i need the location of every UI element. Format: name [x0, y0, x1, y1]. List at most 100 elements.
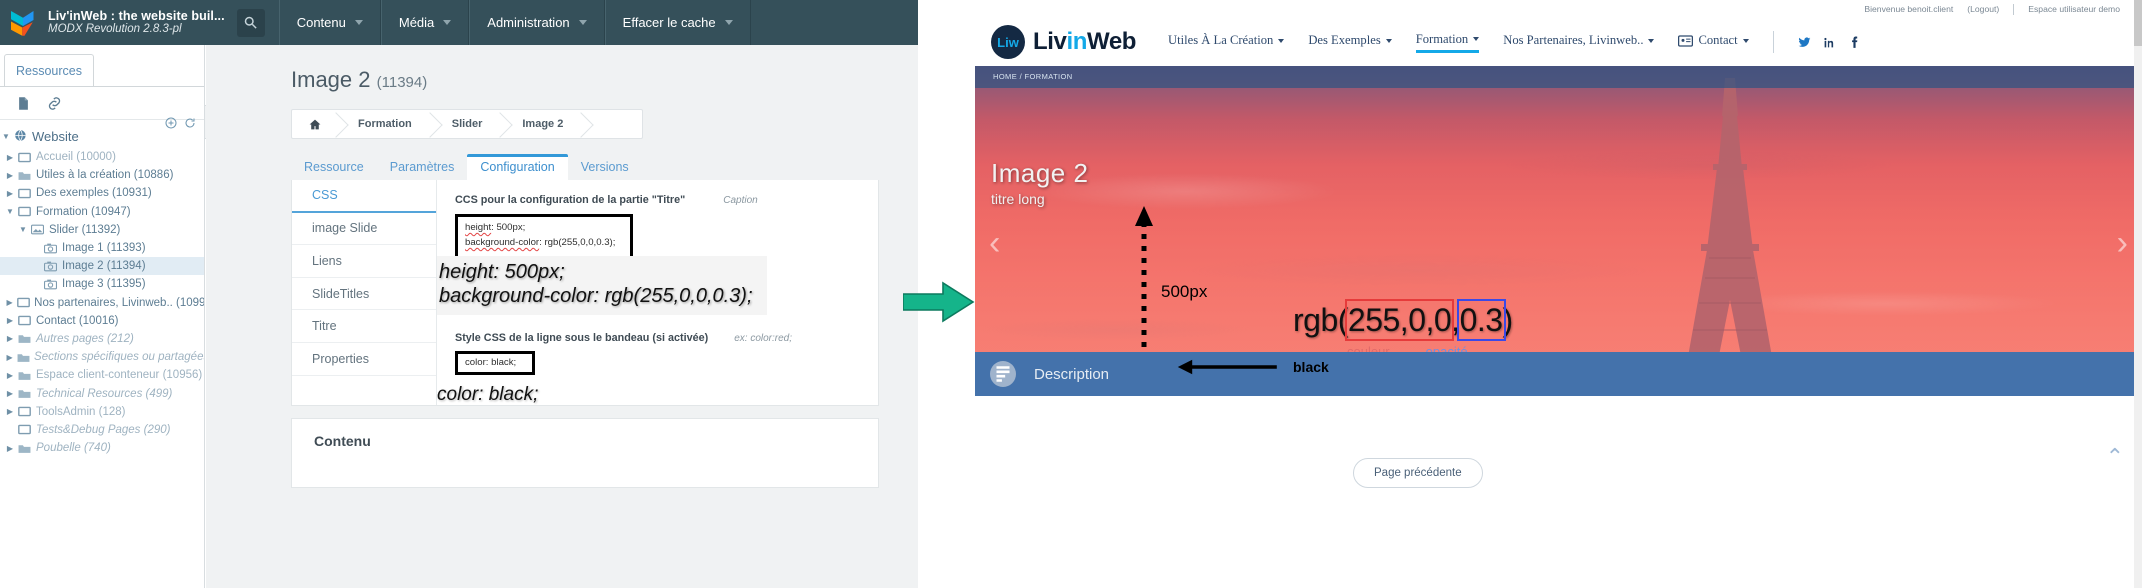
refresh-icon[interactable] [184, 117, 196, 129]
menu-item-contenu[interactable]: Contenu [278, 0, 381, 45]
chevron-down-icon[interactable]: ▼ [17, 225, 29, 234]
tree-item[interactable]: ▶ Nos partenaires, Livinweb.. (10990) [0, 294, 204, 312]
tree-item[interactable]: ▶ Poubelle (740) [0, 439, 204, 457]
link-icon[interactable] [47, 96, 62, 111]
linkedin-icon[interactable] [1823, 36, 1836, 49]
subtab-css[interactable]: CSS [292, 180, 436, 213]
slide-title-block: Image 2 titre long [991, 158, 1088, 207]
tree-item[interactable]: Image 2 (11394) [0, 257, 204, 276]
folder-icon [16, 333, 33, 344]
tree-item[interactable]: ▶ Autres pages (212) [0, 330, 204, 348]
tree-item[interactable]: Tests&Debug Pages (290) [0, 421, 204, 439]
subtab-titre[interactable]: Titre [292, 310, 436, 343]
modx-logo [0, 0, 46, 45]
menu-item-label: Administration [487, 15, 570, 30]
subtab-image-slide[interactable]: image Slide [292, 213, 436, 246]
chevron-right-icon[interactable]: ▶ [4, 353, 15, 362]
css-line-input[interactable]: color: black; [455, 351, 535, 375]
breadcrumb-item-image2[interactable]: Image 2 [502, 110, 583, 138]
site-scrollbar[interactable] [2134, 0, 2142, 588]
tree-item-label: Image 3 (11395) [62, 278, 146, 291]
camera-icon [42, 261, 59, 272]
manager-brand: Liv'inWeb : the website buil... MODX Rev… [46, 9, 225, 36]
chevron-right-icon[interactable]: ▶ [4, 444, 16, 453]
nav-utiles-a-la-creation[interactable]: Utiles À La Création [1168, 33, 1285, 51]
tree-item[interactable]: ▶ Utiles à la création (10886) [0, 166, 204, 184]
scrollbar-thumb[interactable] [2134, 0, 2142, 46]
nav-nos-partenaires[interactable]: Nos Partenaires, Livinweb.. [1503, 33, 1655, 51]
add-icon[interactable] [165, 117, 177, 129]
tab-configuration[interactable]: Configuration [467, 154, 568, 180]
tree-item-label: Tests&Debug Pages (290) [36, 423, 171, 436]
chevron-right-icon[interactable]: ▶ [4, 316, 16, 325]
document-icon [16, 406, 33, 417]
chevron-right-icon[interactable]: ▶ [4, 171, 16, 180]
hero-breadcrumb-band: HOME / FORMATION [975, 66, 2142, 88]
configuration-panel: CSS image Slide Liens SlideTitles Titre … [291, 180, 879, 406]
tree-item[interactable]: ▶ Contact (10016) [0, 312, 204, 330]
chevron-right-icon[interactable]: ▶ [4, 298, 15, 307]
logo-text-web: Web [1087, 28, 1137, 55]
user-space-link[interactable]: Espace utilisateur demo [2028, 4, 2120, 14]
tree-item[interactable]: Image 1 (11393) [0, 239, 204, 257]
site-logo[interactable]: Liw LivinWeb [991, 25, 1136, 59]
css-title-line2: background-color: rgb(255,0,0,0.3); [465, 236, 623, 251]
slider-prev-arrow[interactable]: ‹ [989, 224, 1000, 263]
tree-item[interactable]: ▼ Formation (10947) [0, 203, 204, 221]
document-icon [16, 315, 33, 326]
subtab-properties[interactable]: Properties [292, 343, 436, 376]
facebook-icon[interactable] [1848, 36, 1861, 49]
css-line-field-group: Style CSS de la ligne sous le bandeau (s… [455, 332, 792, 375]
welcome-text: Bienvenue benoit.client [1864, 4, 1954, 14]
tree-item-label: Espace client-conteneur (10956) [36, 369, 203, 382]
breadcrumb-home[interactable] [292, 110, 338, 138]
nav-des-exemples[interactable]: Des Exemples [1308, 33, 1392, 51]
chevron-right-icon[interactable]: ▶ [4, 371, 16, 380]
tab-ressources[interactable]: Ressources [4, 54, 94, 87]
tab-parametres[interactable]: Paramètres [377, 155, 468, 180]
css-title-input[interactable]: height: 500px; background-color: rgb(255… [455, 214, 633, 259]
tree-item[interactable]: ▶ Des exemples (10931) [0, 184, 204, 202]
document-icon [16, 206, 33, 217]
folder-icon [16, 388, 33, 399]
tree-item[interactable]: ▶ Accueil (10000) [0, 148, 204, 166]
twitter-icon[interactable] [1798, 36, 1811, 49]
tree-item[interactable]: ▶ Technical Resources (499) [0, 384, 204, 402]
subtab-liens[interactable]: Liens [292, 245, 436, 278]
tree-item-label: Technical Resources (499) [36, 387, 173, 400]
modx-logo-icon [11, 10, 34, 36]
tree-item[interactable]: Image 3 (11395) [0, 275, 204, 293]
tab-versions[interactable]: Versions [568, 155, 642, 180]
new-document-icon[interactable] [16, 96, 31, 111]
chevron-right-icon[interactable]: ▶ [4, 189, 16, 198]
css-title-field-label: CCS pour la configuration de la partie "… [455, 194, 686, 206]
chevron-down-icon [354, 20, 363, 25]
manager-main-menu: Contenu Média Administration Effacer le … [278, 0, 751, 45]
chevron-down-icon [1385, 38, 1392, 43]
subtab-slidetitles[interactable]: SlideTitles [292, 278, 436, 311]
tree-item[interactable]: ▶ Sections spécifiques ou partagées ( [0, 348, 204, 366]
chevron-right-icon[interactable]: ▶ [4, 334, 16, 343]
tab-ressource[interactable]: Ressource [291, 155, 377, 180]
logout-link[interactable]: (Logout) [1967, 4, 1999, 14]
tree-item[interactable]: ▶ Espace client-conteneur (10956) [0, 366, 204, 384]
chevron-down-icon[interactable]: ▼ [0, 132, 12, 141]
menu-item-media[interactable]: Média [380, 0, 470, 45]
back-button[interactable]: Page précédente [1353, 458, 1483, 488]
chevron-right-icon[interactable]: ▶ [4, 389, 16, 398]
tree-item[interactable]: ▶ ToolsAdmin (128) [0, 403, 204, 421]
chevron-right-icon[interactable]: ▶ [4, 407, 16, 416]
nav-contact[interactable]: Contact [1678, 33, 1749, 51]
menu-item-effacer-le-cache[interactable]: Effacer le cache [604, 0, 751, 45]
document-icon [15, 297, 31, 308]
tree-item[interactable]: ▼ Slider (11392) [0, 221, 204, 239]
chevron-right-icon[interactable]: ▶ [4, 153, 16, 162]
chevron-down-icon[interactable]: ▼ [4, 207, 16, 216]
nav-formation[interactable]: Formation [1415, 32, 1480, 53]
manager-search-button[interactable] [236, 8, 265, 37]
breadcrumb-item-formation[interactable]: Formation [338, 110, 432, 138]
scroll-to-top-icon[interactable]: ⌃ [2106, 444, 2124, 470]
rgb-annotation-text: rgb(255,0,0,0.3) [1293, 299, 1513, 341]
slider-next-arrow[interactable]: › [2117, 224, 2128, 263]
menu-item-administration[interactable]: Administration [469, 0, 605, 45]
